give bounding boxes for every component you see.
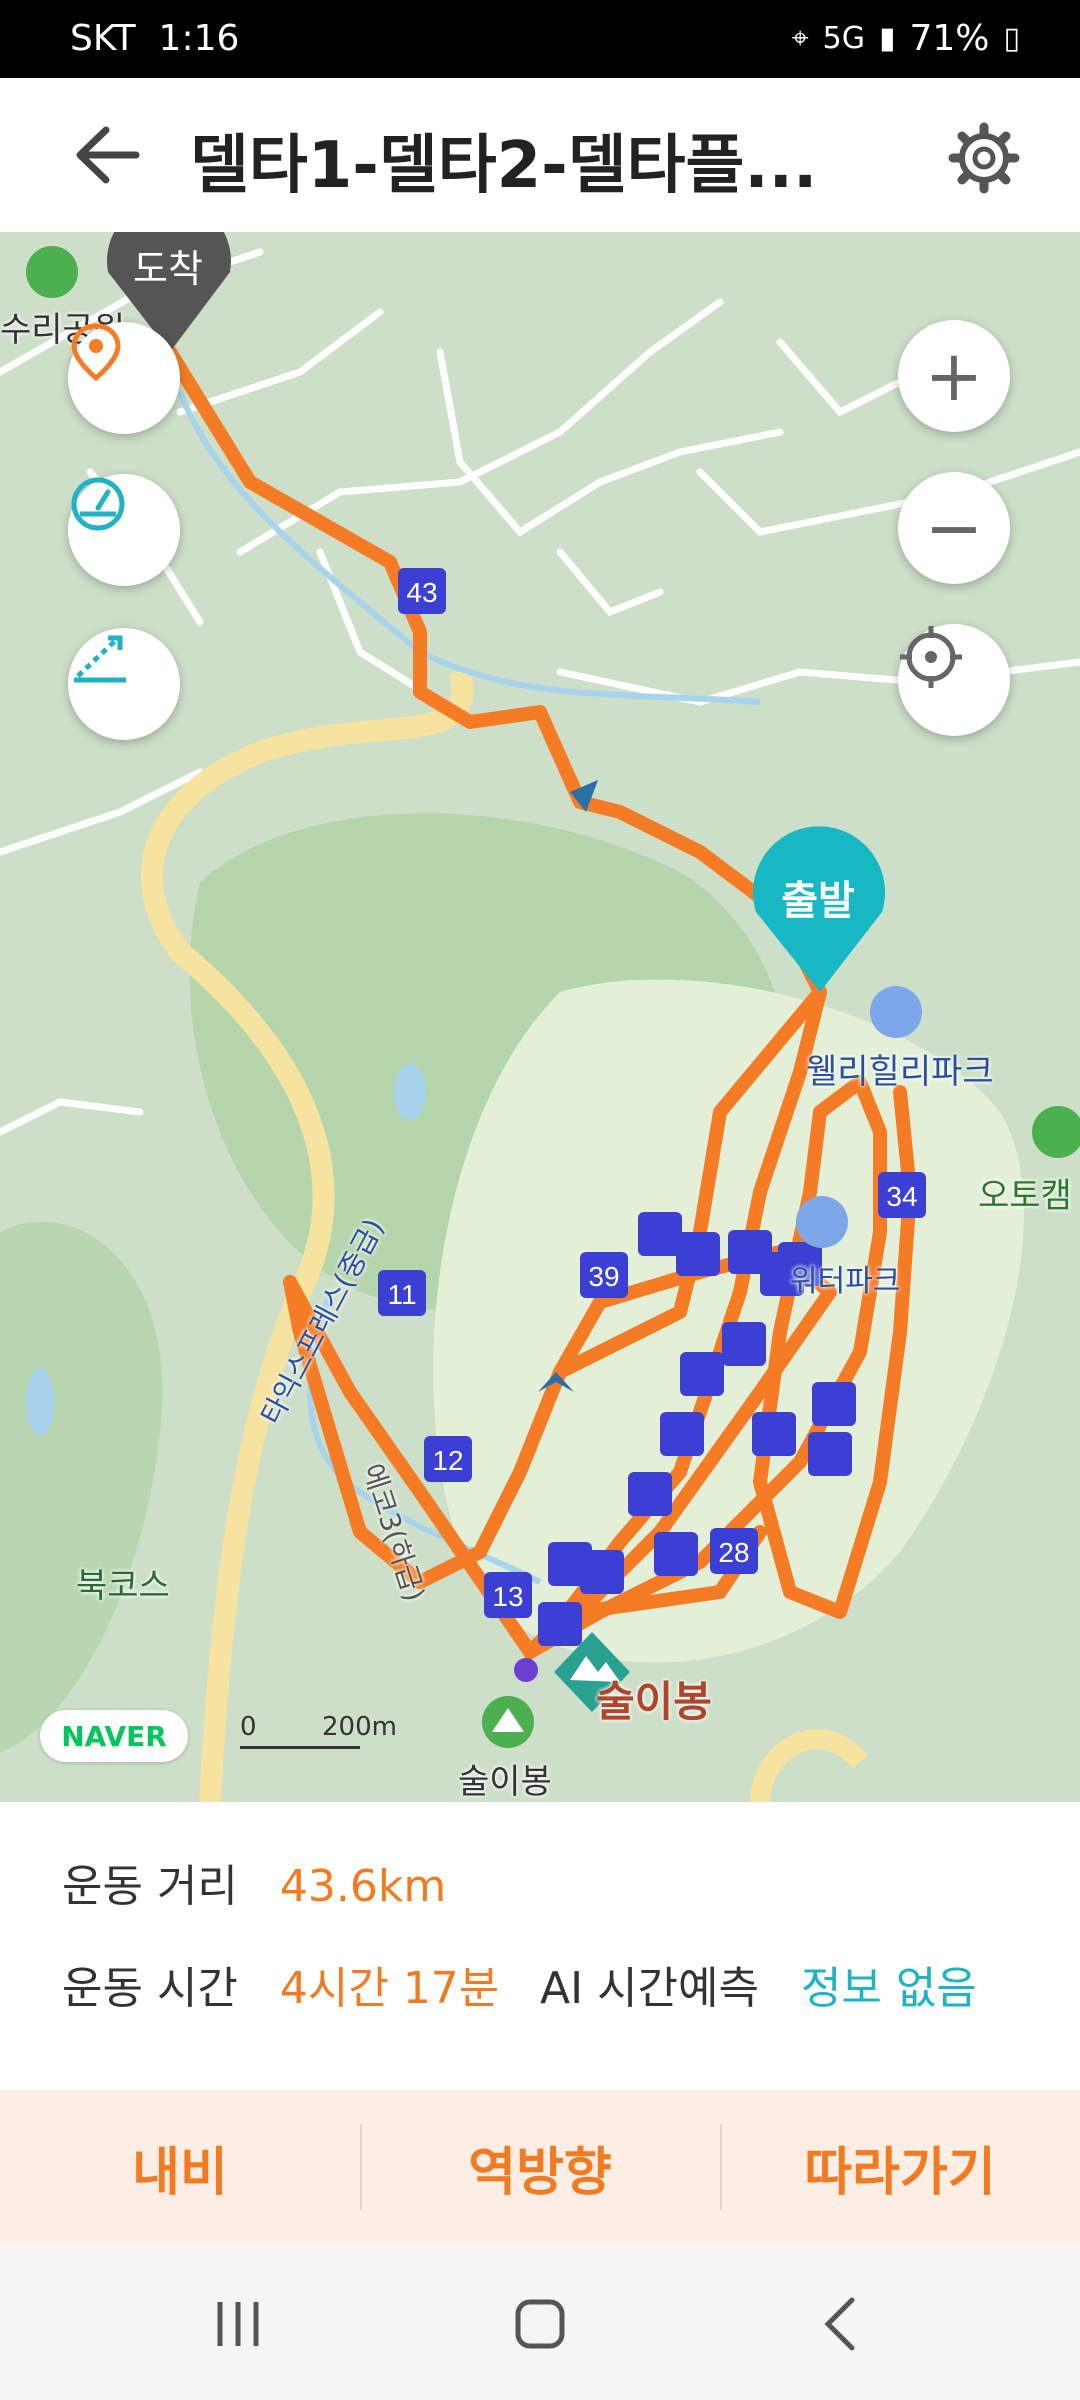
svg-text:출발: 출발: [781, 878, 855, 924]
clock: 1:16: [158, 18, 240, 59]
back-icon: [824, 2297, 855, 2351]
svg-text:11: 11: [387, 1279, 416, 1310]
hotel-icon: [870, 986, 922, 1038]
pond-west: [26, 1368, 54, 1436]
app-header: 델타1-델타2-델타플...: [0, 78, 1080, 232]
svg-text:43: 43: [406, 577, 437, 608]
nav-back-button[interactable]: [792, 2284, 892, 2364]
speed-button[interactable]: [68, 474, 180, 586]
action-bar: 내비 역방향 따라가기: [0, 2090, 1080, 2244]
signal-icon: ▮: [878, 21, 896, 56]
zoom-in-icon: +: [924, 335, 984, 417]
status-bar: SKT 1:16 ⌖ 5G ▮ 71% ▯: [0, 0, 1080, 78]
svg-text:39: 39: [588, 1261, 619, 1292]
home-icon: [515, 2299, 565, 2349]
svg-text:13: 13: [492, 1581, 523, 1612]
home-button[interactable]: [490, 2284, 590, 2364]
naver-logo: NAVER: [40, 1710, 188, 1762]
svg-text:도착: 도착: [133, 247, 203, 291]
battery-level: 71%: [909, 18, 990, 59]
location-icon: ⌖: [791, 21, 809, 56]
waypoint-43[interactable]: 43: [398, 568, 446, 614]
speedometer-icon: [71, 477, 125, 531]
ai-label: AI 시간예측: [540, 1963, 759, 2014]
distance-row: 운동 거리 43.6km: [62, 1850, 446, 1914]
system-nav-bar: [0, 2244, 1080, 2400]
reverse-button[interactable]: 역방향: [360, 2090, 720, 2244]
summit-dot: [514, 1658, 538, 1682]
navi-button[interactable]: 내비: [0, 2090, 360, 2244]
ai-row: AI 시간예측 정보 없음: [540, 1952, 977, 2016]
map-label-peak: 술이봉: [596, 1677, 712, 1726]
slope-icon: [74, 635, 126, 683]
settings-button[interactable]: [948, 122, 1020, 194]
back-button[interactable]: [70, 120, 150, 190]
battery-icon: ▯: [1003, 21, 1020, 56]
status-carrier-time: SKT 1:16: [70, 18, 239, 59]
gear-icon: [948, 122, 1020, 194]
waypoint-13[interactable]: 13: [484, 1572, 532, 1618]
network-type: 5G: [822, 21, 865, 56]
carrier: SKT: [70, 18, 136, 59]
time-row: 운동 시간 4시간 17분: [62, 1952, 499, 2016]
svg-text:34: 34: [886, 1181, 917, 1212]
follow-button[interactable]: 따라가기: [720, 2090, 1080, 2244]
map-label-north-course: 북코스: [76, 1566, 170, 1606]
scale-zero: 0: [240, 1712, 257, 1742]
map-scale: 0 200m: [240, 1712, 400, 1752]
recent-apps-button[interactable]: [188, 2284, 288, 2364]
crosshair-icon: [900, 626, 962, 688]
slope-button[interactable]: [68, 628, 180, 740]
distance-label: 운동 거리: [62, 1861, 238, 1912]
map-label-camp: 오토캠: [978, 1176, 1072, 1216]
locate-button[interactable]: [898, 624, 1010, 736]
zoom-out-button[interactable]: −: [898, 472, 1010, 584]
location-pin-icon: [71, 323, 121, 382]
svg-text:12: 12: [432, 1445, 463, 1476]
park-icon: [26, 246, 78, 298]
recent-apps-icon: [217, 2302, 259, 2346]
location-pin-button[interactable]: [68, 322, 180, 434]
status-icons: ⌖ 5G ▮ 71% ▯: [792, 18, 1020, 59]
map-label-hillypark: 웰리힐리파크: [806, 1052, 994, 1092]
time-value: 4시간 17분: [279, 1963, 500, 2014]
page-title: 델타1-델타2-델타플...: [190, 129, 818, 203]
arrow-left-icon: [76, 126, 140, 184]
route-map[interactable]: 43 42 34 39 11 12 13 28: [0, 232, 1080, 1802]
pond: [394, 1064, 426, 1120]
waterpark-icon: [796, 1196, 848, 1248]
waypoint-39[interactable]: 39: [580, 1252, 628, 1298]
distance-value: 43.6km: [279, 1861, 447, 1912]
zoom-out-icon: −: [924, 487, 984, 569]
scale-bar: [240, 1746, 360, 1749]
map-label-waterpark: 워터파크: [790, 1264, 901, 1299]
waypoint-34[interactable]: 34: [878, 1172, 926, 1218]
track-info-panel: 운동 거리 43.6km 운동 시간 4시간 17분 AI 시간예측 정보 없음: [0, 1802, 1080, 2090]
map-label-summit: 술이봉: [458, 1762, 552, 1802]
waypoint-11[interactable]: 11: [378, 1270, 426, 1316]
ai-value: 정보 없음: [800, 1963, 977, 2014]
waypoint-12[interactable]: 12: [424, 1436, 472, 1482]
time-label: 운동 시간: [62, 1963, 238, 2014]
waypoint-28[interactable]: 28: [710, 1528, 758, 1574]
zoom-in-button[interactable]: +: [898, 320, 1010, 432]
scale-distance: 200m: [322, 1712, 397, 1742]
svg-text:28: 28: [718, 1537, 749, 1568]
